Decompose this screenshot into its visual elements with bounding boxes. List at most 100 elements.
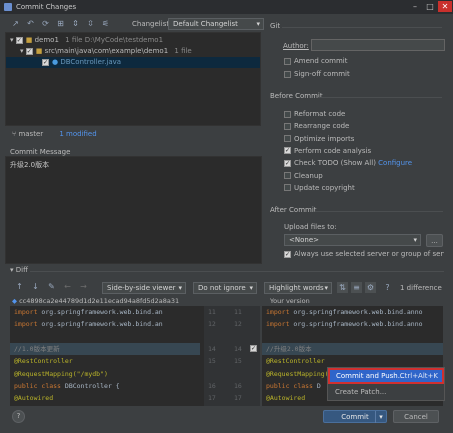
signoff-label: Sign-off commit <box>294 70 350 78</box>
option-checkbox[interactable] <box>284 135 291 143</box>
file-checkbox[interactable]: ✓ <box>42 58 49 66</box>
changelist-value: Default Changelist <box>173 20 238 28</box>
option-checkbox[interactable]: ✓ <box>284 147 291 155</box>
edit-icon[interactable]: ✎ <box>46 281 57 292</box>
signoff-option[interactable]: Sign-off commit <box>284 68 350 80</box>
commit-message-input[interactable]: 升级2.0版本 <box>5 156 262 264</box>
line-number: 16 <box>208 381 216 390</box>
option-checkbox[interactable] <box>284 110 291 118</box>
before-commit-option[interactable]: Reformat code <box>284 108 345 120</box>
commit-and-push-label: Commit and Push... <box>336 372 405 380</box>
code-line: import org.springframework.web.bind.an <box>14 318 204 330</box>
code-token: import <box>14 320 38 329</box>
signoff-checkbox[interactable] <box>284 70 291 78</box>
code-token: @RequestMapping(" <box>266 369 333 378</box>
commit-options-popup: Commit and Push... Ctrl+Alt+K Create Pat… <box>327 367 445 401</box>
next-diff-icon[interactable]: ↓ <box>30 281 41 292</box>
before-commit-option[interactable]: ✓ Perform code analysis <box>284 145 371 157</box>
chevron-down-icon: ▾ <box>249 284 253 292</box>
code-line: @Autowired <box>14 392 204 404</box>
code-token: @RestController <box>266 357 325 366</box>
minimize-button[interactable]: – <box>408 1 422 12</box>
line-number: 17 <box>208 394 216 403</box>
amend-checkbox[interactable] <box>284 57 291 65</box>
root-checkbox[interactable]: ✓ <box>15 36 23 44</box>
chevron-down-icon: ▾ <box>324 284 328 292</box>
line-number: 15 <box>234 357 242 366</box>
prev-diff-icon[interactable]: ↑ <box>14 281 25 292</box>
upload-server-select[interactable]: <None> ▾ <box>284 234 421 246</box>
folder-checkbox[interactable]: ✓ <box>25 47 33 55</box>
before-commit-option[interactable]: Cleanup <box>284 170 323 182</box>
always-use-label: Always use selected server or group of s… <box>294 250 444 258</box>
create-patch-item[interactable]: Create Patch... <box>335 388 386 396</box>
option-label: Update copyright <box>294 183 355 192</box>
author-input[interactable] <box>311 39 445 51</box>
root-meta: 1 file D:\MyCode\testdemo1 <box>65 36 164 44</box>
help-button[interactable]: ? <box>12 410 25 423</box>
sync-scroll-icon[interactable]: ⇅ <box>337 282 348 293</box>
viewer-select[interactable]: Side-by-side viewer ▾ <box>102 282 186 294</box>
folder-meta: 1 file <box>174 47 192 55</box>
expand-all-icon[interactable]: ⇕ <box>70 18 81 29</box>
include-change-checkbox[interactable]: ✓ <box>250 344 257 352</box>
forward-icon[interactable]: → <box>78 281 89 292</box>
tree-row-folder[interactable]: ▾ ✓ ■ src\main\java\com\example\demo1 1 f… <box>20 46 192 57</box>
diff-title-label: Diff <box>15 266 28 274</box>
changes-toolbar: ↗ ↶ ⟳ ⊞ ⇕ ⇳ ⚟ <box>10 18 111 29</box>
code-line: //升级2.0版本 <box>262 342 443 355</box>
option-checkbox[interactable] <box>284 122 291 130</box>
collapse-all-icon[interactable]: ⇳ <box>85 18 96 29</box>
always-use-server-option[interactable]: ✓ Always use selected server or group of … <box>284 248 444 260</box>
code-token: org.springframework.web.bind.an <box>41 320 163 329</box>
changes-tree: ▾ ✓ ■ demo1 1 file D:\MyCode\testdemo1 ▾ … <box>5 32 261 126</box>
refresh-icon[interactable]: ⟳ <box>40 18 51 29</box>
group-icon[interactable]: ⊞ <box>55 18 66 29</box>
option-checkbox[interactable] <box>284 184 291 192</box>
option-checkbox[interactable]: ✓ <box>284 159 291 167</box>
app-icon <box>4 3 12 11</box>
tree-row-file[interactable]: ✓ ● DBController.java <box>6 57 260 68</box>
browse-servers-button[interactable]: ... <box>426 234 443 247</box>
after-commit-title: After Commit <box>270 206 317 214</box>
option-checkbox[interactable] <box>284 172 291 179</box>
option-label: Reformat code <box>294 110 346 118</box>
back-icon[interactable]: ← <box>62 281 73 292</box>
gear-icon[interactable]: ⚙ <box>365 282 376 293</box>
configure-link[interactable]: Configure <box>376 159 412 167</box>
rollback-icon[interactable]: ↶ <box>25 18 36 29</box>
changelist-select[interactable]: Default Changelist ▾ <box>168 18 264 30</box>
left-header-label: cc4898ca2e44789d1d2e11ecad94a8fd5d2a8a31 <box>19 297 180 305</box>
branch-label: master <box>18 130 44 138</box>
filter-icon[interactable]: ⚟ <box>100 18 111 29</box>
amend-commit-option[interactable]: Amend commit <box>284 55 347 67</box>
code-token: class <box>41 381 61 390</box>
before-commit-option[interactable]: Rearrange code <box>284 120 349 132</box>
upload-value: <None> <box>289 236 319 244</box>
status-bar: ⑂ master 1 modified <box>12 130 97 138</box>
before-commit-option[interactable]: Optimize imports <box>284 133 354 145</box>
diff-arrow-icon[interactable]: ↗ <box>10 18 21 29</box>
settings-icon[interactable]: ≡ <box>351 282 362 293</box>
ignore-select[interactable]: Do not ignore ▾ <box>193 282 257 294</box>
help-icon[interactable]: ? <box>382 282 393 293</box>
code-token: public <box>266 381 290 390</box>
amend-label: Amend commit <box>294 57 348 65</box>
commit-button[interactable]: Commit ▾ <box>323 410 387 423</box>
close-button[interactable]: ✕ <box>438 1 452 12</box>
cancel-button[interactable]: Cancel <box>393 410 439 423</box>
chevron-down-icon[interactable]: ▾ <box>375 411 386 423</box>
right-header-label: Your version <box>270 297 310 305</box>
commit-and-push-shortcut: Ctrl+Alt+K <box>399 372 438 380</box>
tree-row-root[interactable]: ▾ ✓ ■ demo1 1 file D:\MyCode\testdemo1 <box>10 35 163 46</box>
diff-title[interactable]: ▾ Diff <box>10 266 28 274</box>
diff-left-pane[interactable]: import org.springframework.web.bind.an im… <box>10 306 204 406</box>
always-use-checkbox[interactable]: ✓ <box>284 250 291 258</box>
commit-and-push-item[interactable]: Commit and Push... Ctrl+Alt+K <box>328 368 444 384</box>
code-line: @RestController <box>14 355 204 367</box>
before-commit-option[interactable]: Update copyright <box>284 182 355 194</box>
before-commit-option[interactable]: ✓ Check TODO (Show All) Configure <box>284 157 412 169</box>
highlight-select[interactable]: Highlight words ▾ <box>264 282 332 294</box>
code-token: public <box>14 381 38 390</box>
maximize-button[interactable]: □ <box>423 1 437 12</box>
